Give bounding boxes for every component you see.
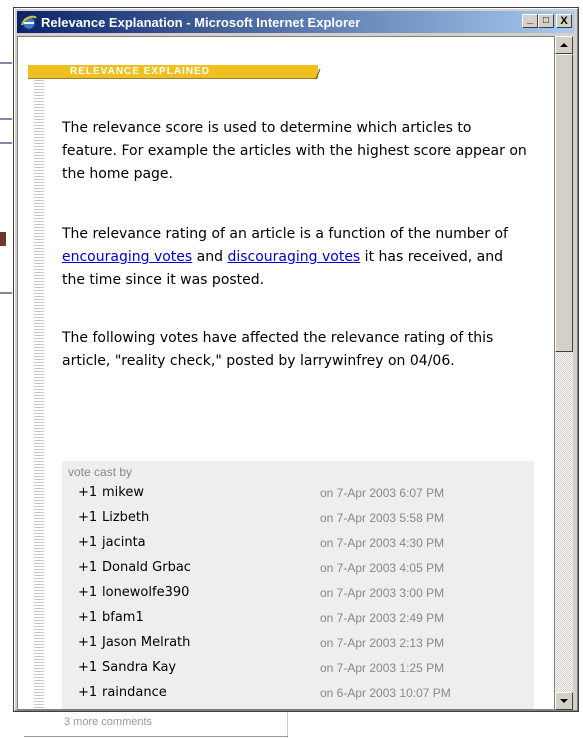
background-rule [0, 292, 12, 294]
vote-date: on 7-Apr 2003 4:30 PM [320, 536, 445, 550]
vote-value: +1 [78, 610, 98, 625]
title-bar[interactable]: Relevance Explanation - Microsoft Intern… [17, 11, 574, 33]
close-icon: X [560, 14, 568, 27]
vote-value: +1 [78, 635, 98, 650]
rating-paragraph: The relevance rating of an article is a … [62, 223, 528, 292]
vote-row: +1 raindance on 6-Apr 2003 10:07 PM [62, 685, 534, 709]
scroll-up-button[interactable] [555, 36, 573, 54]
background-more-comments-link[interactable]: 3 more comments [64, 716, 152, 728]
vote-row: +1 jacinta on 7-Apr 2003 4:30 PM [62, 535, 534, 559]
vote-value: +1 [78, 510, 98, 525]
rating-text-and: and [192, 249, 228, 265]
arrow-up-icon [560, 43, 568, 47]
vote-user: bfam1 [102, 610, 144, 625]
vote-value: +1 [78, 685, 98, 700]
maximize-icon: □ [542, 15, 550, 26]
minimize-button[interactable]: _ [522, 12, 538, 28]
vote-date: on 7-Apr 2003 3:00 PM [320, 586, 445, 600]
encouraging-votes-link[interactable]: encouraging votes [62, 249, 192, 265]
dotted-margin-decoration [34, 71, 44, 709]
vote-date: on 7-Apr 2003 2:13 PM [320, 636, 445, 650]
discouraging-votes-link[interactable]: discouraging votes [227, 249, 360, 265]
vote-user: Jason Melrath [102, 635, 191, 650]
scrollbar-thumb[interactable] [555, 54, 573, 352]
votes-intro-paragraph: The following votes have affected the re… [62, 330, 494, 369]
vote-row: +1 bfam1 on 7-Apr 2003 2:49 PM [62, 610, 534, 634]
background-divider [287, 712, 288, 738]
vote-date: on 7-Apr 2003 2:49 PM [320, 611, 445, 625]
rating-text-pre: The relevance rating of an article is a … [62, 226, 508, 242]
vote-value: +1 [78, 585, 98, 600]
vote-value: +1 [78, 535, 98, 550]
background-rule [0, 142, 12, 144]
vote-user: jacinta [102, 535, 146, 550]
background-page-edge [0, 0, 12, 738]
close-button[interactable]: X [556, 14, 572, 28]
vote-user: raindance [102, 685, 167, 700]
vote-user: mikew [102, 485, 144, 500]
vote-date: on 7-Apr 2003 1:25 PM [320, 661, 445, 675]
votes-table-header: vote cast by [68, 465, 133, 479]
intro-paragraph: The relevance score is used to determine… [62, 120, 527, 182]
arrow-down-icon [560, 699, 568, 703]
internet-explorer-icon [20, 13, 38, 31]
vote-user: Sandra Kay [102, 660, 177, 675]
vote-date: on 6-Apr 2003 10:07 PM [320, 686, 451, 700]
background-rule [24, 736, 288, 737]
vote-row: +1 lonewolfe390 on 7-Apr 2003 3:00 PM [62, 585, 534, 609]
minimize-icon: _ [526, 12, 534, 25]
vote-row: +1 Sandra Kay on 7-Apr 2003 1:25 PM [62, 660, 534, 684]
page-content[interactable]: RELEVANCE EXPLAINED The relevance score … [17, 36, 555, 710]
vote-row: +1 mikew on 7-Apr 2003 6:07 PM [62, 485, 534, 509]
scroll-down-button[interactable] [555, 692, 573, 710]
vote-user: Donald Grbac [102, 560, 191, 575]
vote-user: Lizbeth [102, 510, 150, 525]
vote-row: +1 Jason Melrath on 7-Apr 2003 2:13 PM [62, 635, 534, 659]
background-image-fragment [0, 232, 6, 246]
vote-row: +1 Donald Grbac on 7-Apr 2003 4:05 PM [62, 560, 534, 584]
vote-date: on 7-Apr 2003 5:58 PM [320, 511, 445, 525]
window-title: Relevance Explanation - Microsoft Intern… [41, 14, 361, 30]
maximize-button[interactable]: □ [538, 14, 554, 28]
vote-row: +1 Lizbeth on 7-Apr 2003 5:58 PM [62, 510, 534, 534]
background-rule [0, 118, 12, 120]
popup-window: Relevance Explanation - Microsoft Intern… [13, 7, 579, 712]
vote-user: lonewolfe390 [102, 585, 190, 600]
vote-value: +1 [78, 485, 98, 500]
vertical-scrollbar[interactable] [555, 36, 573, 710]
votes-table: vote cast by +1 mikew on 7-Apr 2003 6:07 P… [62, 461, 534, 709]
section-header-title: RELEVANCE EXPLAINED [70, 66, 210, 77]
background-rule [0, 62, 12, 64]
vote-date: on 7-Apr 2003 4:05 PM [320, 561, 445, 575]
vote-value: +1 [78, 560, 98, 575]
vote-value: +1 [78, 660, 98, 675]
vote-date: on 7-Apr 2003 6:07 PM [320, 486, 445, 500]
